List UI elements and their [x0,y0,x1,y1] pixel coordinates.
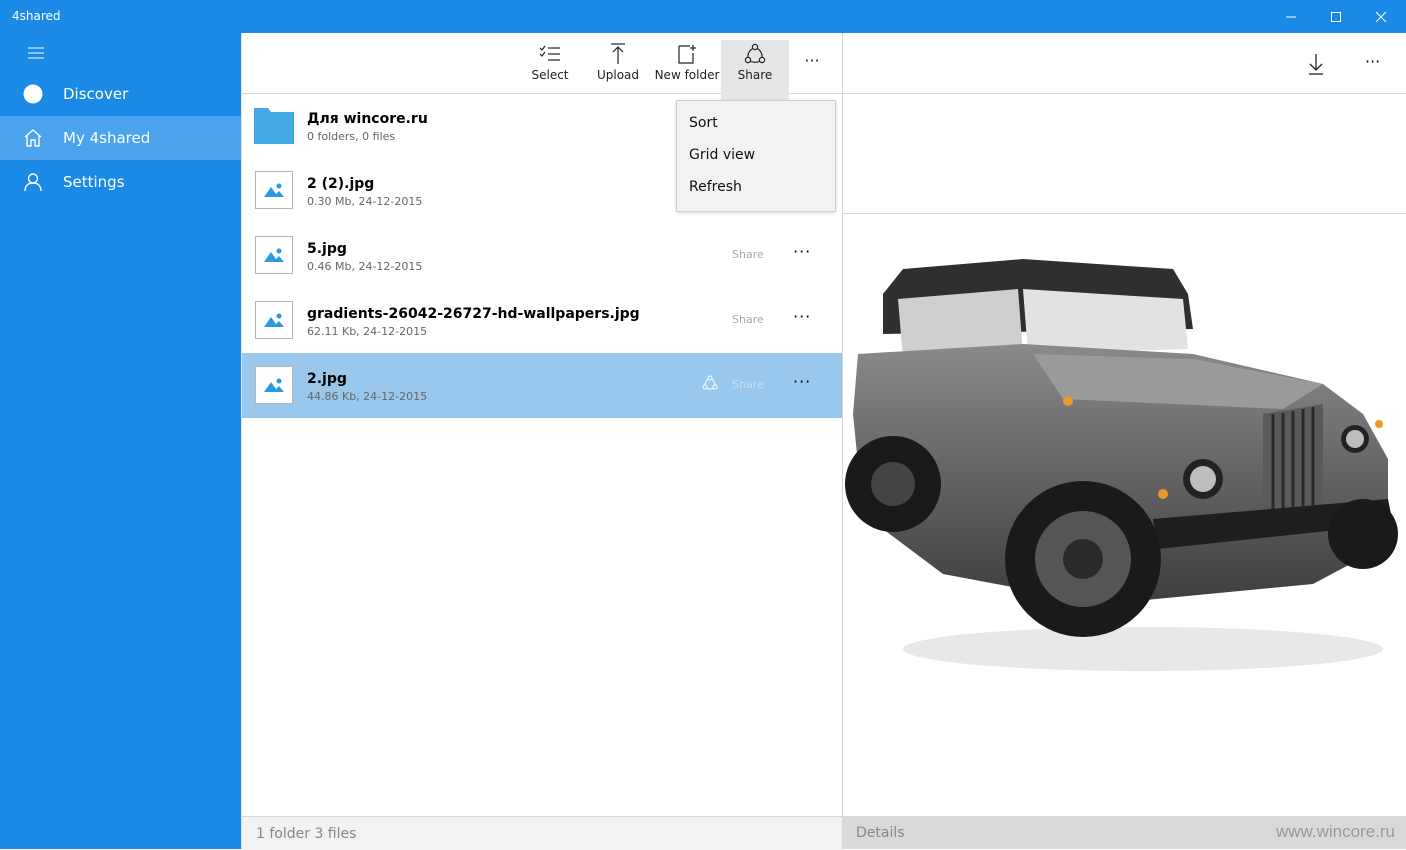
sidebar-item-label: Settings [63,173,125,191]
sidebar-item-my4shared[interactable]: My 4shared [0,116,241,160]
hamburger-icon [28,47,44,59]
folder-icon [254,108,294,144]
circle-icon [22,83,44,105]
new-folder-icon [677,40,697,68]
row-more-button[interactable]: ··· [793,242,811,261]
sidebar-item-label: Discover [63,85,129,103]
item-name: 5.jpg [307,241,347,257]
share-button[interactable]: Share [721,40,789,100]
details-label: Details [856,825,905,841]
details-status-bar: Details www.wincore.ru [843,816,1406,849]
list-item[interactable]: 5.jpg 0.46 Mb, 24-12-2015 Share ··· [242,223,843,288]
row-share-button[interactable]: Share [732,378,764,391]
sidebar-item-discover[interactable]: Discover [0,72,241,116]
image-file-icon [255,171,293,209]
list-item-selected[interactable]: 2.jpg 44.86 Kb, 24-12-2015 Share ··· [242,353,843,418]
item-meta: 0 folders, 0 files [307,130,396,143]
item-name: gradients-26042-26727-hd-wallpapers.jpg [307,306,640,322]
title-bar: 4shared [0,0,1406,33]
maximize-icon [1331,11,1341,22]
image-file-icon [255,366,293,404]
item-name: 2.jpg [307,371,347,387]
row-more-button[interactable]: ··· [793,372,811,391]
close-button[interactable] [1358,0,1404,33]
status-bar: 1 folder 3 files [242,816,843,850]
image-file-icon [255,236,293,274]
close-icon [1375,11,1387,22]
share-icon [744,40,766,68]
share-label: Share [737,68,773,82]
select-label: Select [531,68,569,82]
minimize-icon [1286,16,1296,17]
share-icon[interactable] [702,375,718,391]
sidebar: Discover My 4shared Settings [0,33,241,849]
item-name: 2 (2).jpg [307,176,375,192]
download-icon [1309,54,1323,75]
overflow-menu: Sort Grid view Refresh [676,100,836,212]
app-title: 4shared [12,9,61,23]
details-toolbar: ··· [843,33,1406,94]
hamburger-menu-button[interactable] [18,41,54,65]
item-meta: 44.86 Kb, 24-12-2015 [307,390,428,403]
user-icon [22,171,44,193]
list-toolbar: Select Upload New folder Share ··· [242,33,843,100]
row-share-button[interactable]: Share [732,313,764,326]
maximize-button[interactable] [1313,0,1359,33]
sidebar-item-label: My 4shared [63,129,151,147]
minimize-button[interactable] [1268,0,1314,33]
details-more-button[interactable]: ··· [1365,52,1380,71]
watermark: www.wincore.ru [1275,822,1395,841]
new-folder-label: New folder [654,68,720,82]
menu-item-grid-view[interactable]: Grid view [689,147,755,163]
list-item[interactable]: gradients-26042-26727-hd-wallpapers.jpg … [242,288,843,353]
details-pane: ··· Details www.wincore.ru [842,33,1406,849]
more-icon: ··· [804,51,820,70]
jeep-photo [845,259,1398,671]
upload-label: Upload [596,68,640,82]
upload-icon [610,40,626,68]
details-header [843,94,1406,214]
new-folder-button[interactable]: New folder [654,40,720,100]
item-meta: 62.11 Kb, 24-12-2015 [307,325,428,338]
checklist-icon [539,40,561,68]
item-meta: 0.30 Mb, 24-12-2015 [307,195,423,208]
menu-item-refresh[interactable]: Refresh [689,179,742,195]
item-name: Для wincore.ru [307,111,428,127]
image-file-icon [255,301,293,339]
item-meta: 0.46 Mb, 24-12-2015 [307,260,423,273]
row-share-button[interactable]: Share [732,248,764,261]
status-summary: 1 folder 3 files [256,826,357,842]
upload-button[interactable]: Upload [594,40,642,100]
download-button[interactable] [1307,53,1325,79]
sidebar-item-settings[interactable]: Settings [0,160,241,204]
menu-item-sort[interactable]: Sort [689,115,718,131]
home-icon [22,127,44,149]
image-preview [843,214,1406,817]
select-button[interactable]: Select [524,40,576,100]
row-more-button[interactable]: ··· [793,307,811,326]
